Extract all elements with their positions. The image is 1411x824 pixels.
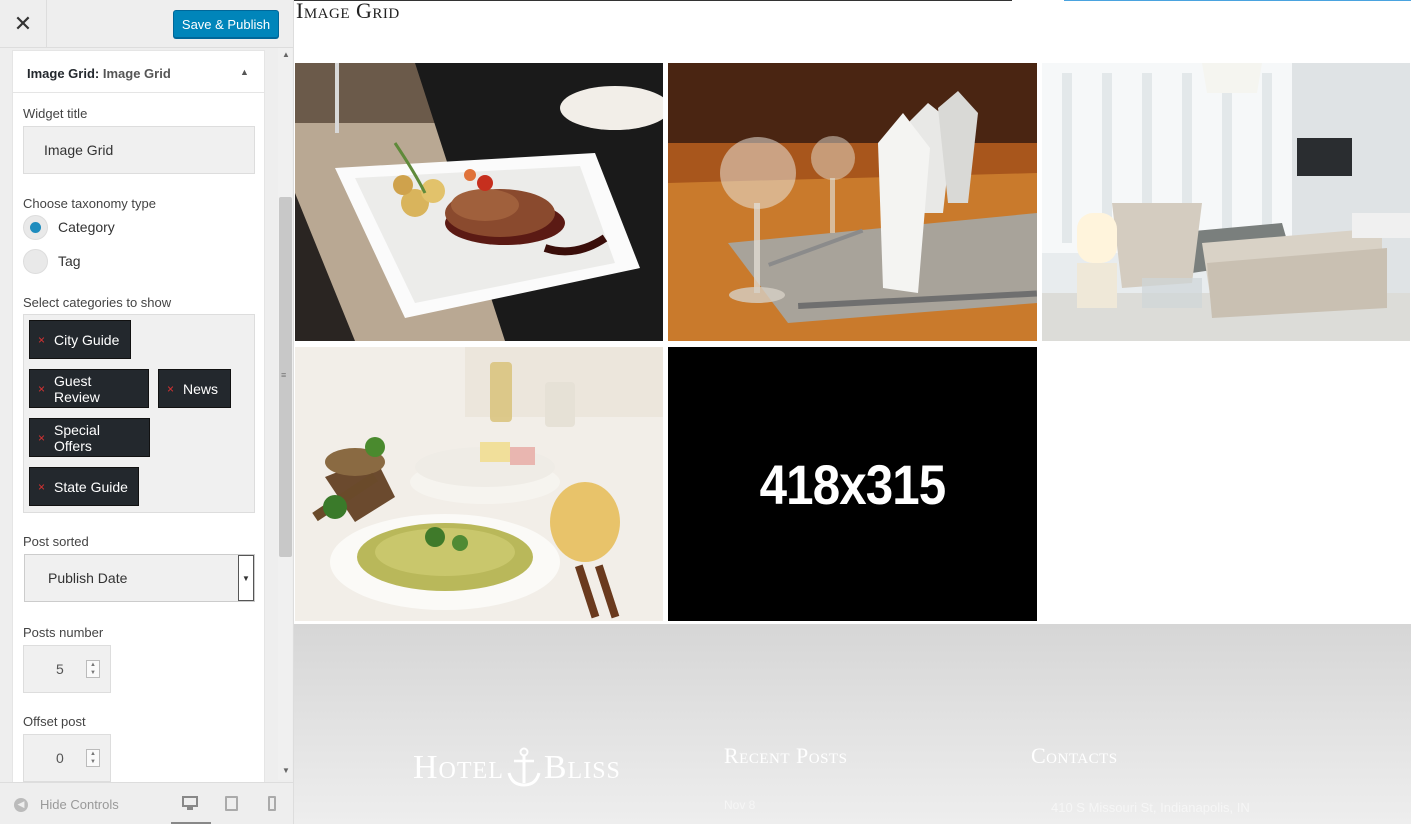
offset-post-value: 0: [56, 750, 64, 766]
scroll-down-icon[interactable]: ▼: [282, 766, 290, 775]
widget-title-label: Widget title: [23, 106, 88, 121]
category-chip-label: City Guide: [54, 331, 120, 348]
spinner-icon[interactable]: ▲ ▼: [86, 660, 100, 678]
posts-number-label: Posts number: [23, 625, 104, 640]
collapse-arrow-icon[interactable]: ▲: [240, 67, 249, 77]
save-publish-button[interactable]: Save & Publish: [173, 10, 279, 38]
site-logo[interactable]: Hotel Bliss: [413, 747, 621, 787]
living-room-photo[interactable]: [1042, 63, 1410, 341]
widget-title-input[interactable]: Image Grid: [23, 126, 255, 174]
category-chip: × State Guide: [29, 467, 139, 506]
collapse-icon: ◀: [14, 797, 28, 812]
hide-controls-label: Hide Controls: [40, 797, 119, 812]
image-grid-title: Image Grid: [296, 0, 400, 23]
remove-icon[interactable]: ×: [167, 382, 174, 396]
category-chip-label: Special Offers: [54, 421, 100, 454]
radio-category[interactable]: [23, 215, 48, 240]
customizer-footer: ◀ Hide Controls: [0, 782, 293, 824]
customizer-sidebar: ✕ Save & Publish Image Grid: Image Grid …: [0, 0, 294, 824]
categories-label: Select categories to show: [23, 295, 172, 310]
placeholder-image[interactable]: 418x315: [668, 347, 1037, 621]
logo-text-right: Bliss: [543, 749, 621, 786]
recent-posts-heading: Recent Posts: [724, 743, 848, 768]
post-sorted-label: Post sorted: [23, 534, 89, 549]
category-chip: × Guest Review: [29, 369, 149, 408]
posts-number-input[interactable]: 5 ▲ ▼: [23, 645, 111, 693]
widget-panel-image-grid: Image Grid: Image Grid ▲ Widget title Im…: [12, 50, 265, 782]
widget-header[interactable]: Image Grid: Image Grid ▲: [13, 51, 264, 93]
placeholder-size-text: 418x315: [759, 452, 947, 516]
category-chip-label: Guest Review: [54, 372, 100, 405]
close-customizer-button[interactable]: ✕: [0, 0, 47, 48]
customizer-header: ✕ Save & Publish: [0, 0, 293, 48]
radio-tag[interactable]: [23, 249, 48, 274]
remove-icon[interactable]: ×: [38, 382, 45, 396]
hide-controls-button[interactable]: ◀ Hide Controls: [14, 797, 119, 812]
category-chip-label: News: [183, 380, 219, 397]
restaurant-table-photo[interactable]: [668, 63, 1037, 341]
remove-icon[interactable]: ×: [38, 431, 45, 445]
recent-post-date: Nov 8: [724, 798, 756, 812]
remove-icon[interactable]: ×: [38, 333, 45, 347]
anchor-icon: [506, 747, 542, 787]
contacts-heading: Contacts: [1031, 743, 1118, 768]
mobile-preview-icon[interactable]: [268, 796, 284, 811]
taxonomy-type-label: Choose taxonomy type: [23, 196, 156, 211]
close-icon: ✕: [13, 11, 33, 36]
pasta-dish-photo[interactable]: [295, 347, 663, 621]
logo-text-left: Hotel: [413, 749, 504, 786]
radio-category-label[interactable]: Category: [58, 219, 115, 235]
site-footer: Hotel Bliss Recent Posts Contacts Nov 8 …: [294, 624, 1411, 824]
chevron-down-icon[interactable]: ▼: [238, 555, 254, 601]
scroll-grip-icon: ≡: [281, 370, 287, 380]
categories-select[interactable]: × City Guide × Guest Review × News × Spe…: [23, 314, 255, 513]
scroll-up-icon[interactable]: ▲: [282, 50, 290, 59]
offset-post-label: Offset post: [23, 714, 86, 729]
category-chip: × News: [158, 369, 231, 408]
posts-number-value: 5: [56, 661, 64, 677]
category-chip-label: State Guide: [54, 478, 128, 495]
desktop-preview-icon[interactable]: [182, 796, 198, 810]
remove-icon[interactable]: ×: [38, 480, 45, 494]
spinner-icon[interactable]: ▲ ▼: [86, 749, 100, 767]
site-preview: Image Grid 418x315 Hotel Bliss Recent Po…: [294, 0, 1411, 824]
category-chip: × City Guide: [29, 320, 131, 359]
top-accent-line: [1064, 0, 1411, 1]
widget-type-label: Image Grid:: [27, 66, 100, 81]
offset-post-input[interactable]: 0 ▲ ▼: [23, 734, 111, 782]
post-sorted-select[interactable]: Publish Date: [24, 554, 255, 602]
widget-instance-name: Image Grid: [102, 66, 171, 81]
steak-dish-photo[interactable]: [295, 63, 663, 341]
tablet-preview-icon[interactable]: [225, 796, 241, 811]
category-chip: × Special Offers: [29, 418, 150, 457]
contact-address[interactable]: 410 S Missouri St, Indianapolis, IN: [1051, 800, 1250, 815]
radio-tag-label[interactable]: Tag: [58, 253, 81, 269]
widget-heading: Image Grid: Image Grid: [27, 66, 171, 81]
top-divider: [294, 0, 1012, 1]
